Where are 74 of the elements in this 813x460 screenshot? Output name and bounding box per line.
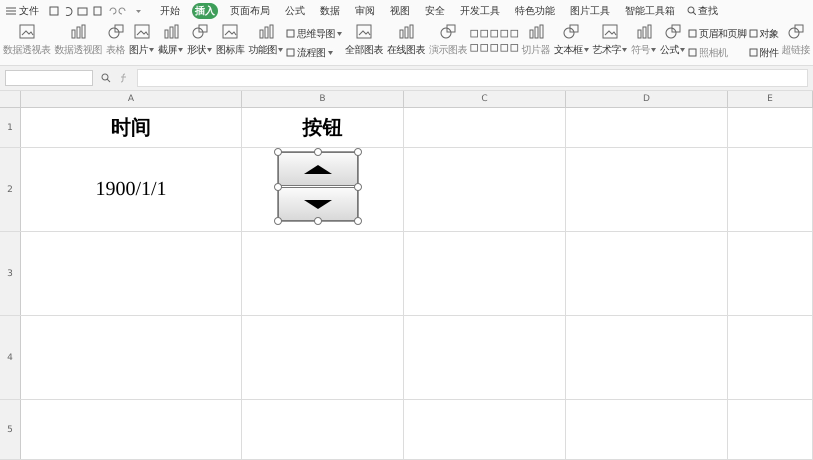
column-header[interactable]: E	[728, 91, 813, 107]
selection-handle[interactable]	[274, 148, 282, 156]
ribbon-button[interactable]: 思维导图	[286, 26, 342, 41]
cell-text: 1900/1/1	[95, 178, 167, 201]
selection-handle[interactable]	[354, 148, 362, 156]
ribbon-button[interactable]: 页眉和页脚	[688, 26, 746, 41]
ribbon-icon	[69, 24, 88, 40]
selection-handle[interactable]	[354, 217, 362, 225]
spin-down-button[interactable]	[278, 187, 358, 221]
selection-handle[interactable]	[314, 217, 322, 225]
menu-tab[interactable]: 特色功能	[512, 2, 558, 19]
column-header[interactable]: B	[242, 91, 404, 107]
menu-tab[interactable]: 安全	[422, 2, 448, 19]
ribbon-button[interactable]: 文本框	[553, 24, 590, 57]
ribbon-icon	[786, 24, 805, 40]
ribbon-button[interactable]: 附件	[748, 46, 778, 60]
menu-tab[interactable]: 页面布局	[227, 2, 273, 19]
menu-tab[interactable]: 智能工具箱	[622, 2, 678, 19]
ribbon-icon	[18, 24, 36, 40]
ribbon-icon	[439, 24, 457, 40]
cell-text: 时间	[111, 116, 151, 141]
ribbon-button[interactable]: 全部图表	[344, 24, 384, 57]
row-header[interactable]: 3	[0, 232, 21, 315]
menu-tab[interactable]: 开发工具	[457, 2, 503, 19]
selection-handle[interactable]	[314, 148, 322, 156]
row-header[interactable]: 1	[0, 108, 21, 147]
column-header[interactable]: D	[566, 91, 728, 107]
zoom-icon[interactable]	[101, 73, 111, 84]
ribbon-button[interactable]: 在线图表	[386, 24, 426, 57]
column-header[interactable]: A	[21, 91, 242, 107]
file-menu-label[interactable]: 文件	[19, 4, 39, 18]
ribbon-button[interactable]: 公式	[659, 24, 686, 57]
file-menu[interactable]: 文件	[6, 4, 39, 18]
row-header[interactable]: 5	[0, 400, 21, 459]
menu-icon	[6, 6, 16, 15]
ribbon-icon	[664, 24, 682, 40]
ribbon-icon	[221, 24, 240, 40]
menu-tab[interactable]: 公式	[282, 2, 308, 19]
ribbon-button[interactable]: 截屏	[157, 24, 184, 57]
ribbon-icon	[562, 24, 580, 40]
ribbon-icon	[526, 24, 545, 40]
search-icon	[687, 6, 696, 16]
column-header[interactable]: C	[404, 91, 566, 107]
menu-tab[interactable]: 开始	[157, 2, 183, 19]
ribbon-button[interactable]: 艺术字	[592, 24, 628, 57]
ribbon-icon	[190, 24, 208, 40]
ribbon-icon	[256, 24, 275, 40]
ribbon-button[interactable]: 形状	[186, 24, 213, 57]
ribbon-button[interactable]: 功能图	[248, 24, 284, 57]
search-button[interactable]: 查找	[687, 4, 718, 18]
menu-tab[interactable]: 图片工具	[567, 2, 613, 19]
selection-handle[interactable]	[274, 182, 282, 190]
ribbon-icon	[634, 24, 652, 40]
ribbon-button[interactable]: 对象	[748, 26, 778, 41]
ribbon-button[interactable]: 图标库	[215, 24, 246, 57]
ribbon-icon	[600, 24, 619, 40]
cell-text: 按钮	[302, 116, 342, 141]
formula-input[interactable]	[137, 69, 808, 88]
ribbon-icon	[106, 24, 124, 40]
row-header[interactable]: 2	[0, 148, 21, 231]
menu-tab[interactable]: 数据	[317, 2, 343, 19]
selection-handle[interactable]	[274, 217, 282, 225]
row-header[interactable]: 4	[0, 316, 21, 399]
ribbon-icon	[397, 24, 415, 40]
up-triangle-icon	[304, 164, 332, 174]
ribbon-button[interactable]: 流程图	[286, 46, 342, 60]
ribbon-icon	[162, 24, 180, 40]
ribbon-button[interactable]: 图片	[128, 24, 155, 57]
menu-tab[interactable]: 审阅	[352, 2, 378, 19]
down-triangle-icon	[304, 200, 332, 208]
spin-up-button[interactable]	[278, 152, 358, 186]
ribbon-icon	[132, 24, 150, 40]
ribbon-icon	[355, 24, 373, 40]
menu-tab[interactable]: 视图	[387, 2, 413, 19]
